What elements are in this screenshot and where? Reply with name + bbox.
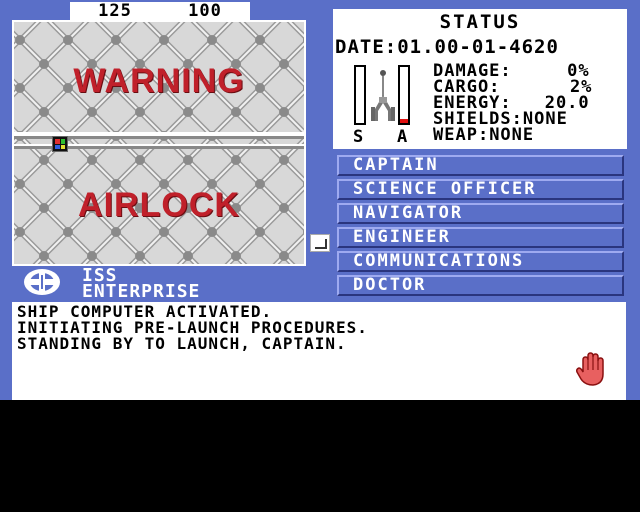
ship-diagram-icon: [371, 70, 395, 121]
crew-captain-button[interactable]: CAPTAIN: [337, 155, 624, 176]
game-screen: 125 100 WARNING AIRLOCK ISS ENTERPRISE S…: [0, 0, 640, 400]
armament-gauge-label: A: [397, 127, 408, 147]
federation-logo-icon: [24, 269, 60, 295]
status-date: DATE:01.00-01-4620: [335, 36, 559, 58]
viewscreen[interactable]: WARNING AIRLOCK: [12, 20, 306, 266]
gauges: S A: [351, 65, 433, 147]
airlock-sign: AIRLOCK: [78, 186, 240, 224]
shield-gauge-label: S: [353, 127, 364, 147]
message-line: STANDING BY TO LAUNCH, CAPTAIN.: [17, 334, 347, 353]
crew-science-officer-button[interactable]: SCIENCE OFFICER: [337, 179, 624, 200]
warning-sign: WARNING: [73, 62, 245, 100]
crew-doctor-button[interactable]: DOCTOR: [337, 275, 624, 296]
stat-weapons: WEAP:NONE: [433, 125, 535, 145]
ship-stats: DAMAGE: 0% CARGO: 2% ENERGY: 20.0 SHIELDS:N…: [433, 63, 592, 145]
corner-toggle-button[interactable]: [310, 234, 330, 252]
hand-icon[interactable]: [576, 352, 604, 386]
crew-navigator-button[interactable]: NAVIGATOR: [337, 203, 624, 224]
crew-communications-button[interactable]: COMMUNICATIONS: [337, 251, 624, 272]
status-panel: STATUS DATE:01.00-01-4620 S A DAMAGE: 0% …: [333, 9, 627, 149]
message-log: SHIP COMPUTER ACTIVATED. INITIATING PRE-…: [12, 302, 626, 400]
ship-name: ENTERPRISE: [82, 281, 201, 302]
coordinates-readout: 125 100: [70, 2, 250, 20]
status-title: STATUS: [439, 11, 521, 33]
control-panel-icon[interactable]: [52, 136, 68, 152]
coord-y: 100: [188, 1, 222, 21]
shield-gauge: [354, 65, 366, 125]
armament-gauge-fill: [400, 118, 408, 123]
coord-x: 125: [98, 1, 132, 21]
crew-engineer-button[interactable]: ENGINEER: [337, 227, 624, 248]
armament-gauge: [398, 65, 410, 125]
